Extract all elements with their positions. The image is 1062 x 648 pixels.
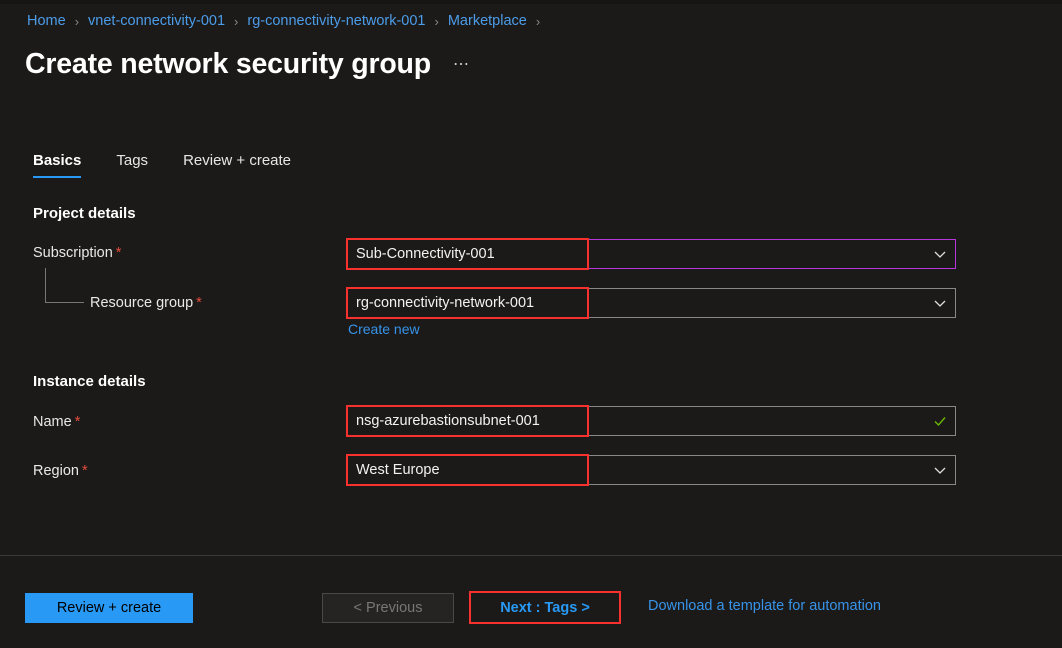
breadcrumb-item-home[interactable]: Home bbox=[27, 13, 66, 29]
wizard-tabs: Basics Tags Review + create bbox=[33, 152, 326, 178]
label-name: Name* bbox=[33, 414, 80, 430]
breadcrumb-item-vnet[interactable]: vnet-connectivity-001 bbox=[88, 13, 225, 29]
name-value: nsg-azurebastionsubnet-001 bbox=[356, 413, 933, 429]
name-input[interactable]: nsg-azurebastionsubnet-001 bbox=[346, 406, 956, 436]
required-indicator: * bbox=[75, 414, 81, 430]
label-region-text: Region bbox=[33, 463, 79, 479]
tree-connector-line bbox=[45, 268, 84, 303]
label-subscription-text: Subscription bbox=[33, 245, 113, 261]
breadcrumb-separator-icon: › bbox=[536, 14, 540, 29]
more-options-icon[interactable]: ⋯ bbox=[453, 54, 471, 74]
breadcrumb-separator-icon: › bbox=[75, 14, 79, 29]
next-tags-button[interactable]: Next : Tags > bbox=[471, 593, 619, 622]
create-new-link[interactable]: Create new bbox=[348, 321, 420, 337]
chevron-down-icon bbox=[933, 463, 947, 477]
subscription-dropdown[interactable]: Sub-Connectivity-001 bbox=[346, 239, 956, 269]
label-resource-group-text: Resource group bbox=[90, 295, 193, 311]
previous-button[interactable]: < Previous bbox=[322, 593, 454, 623]
required-indicator: * bbox=[196, 295, 202, 311]
breadcrumb-item-resource-group[interactable]: rg-connectivity-network-001 bbox=[247, 13, 425, 29]
page-header: Create network security group ⋯ bbox=[25, 47, 470, 81]
region-dropdown[interactable]: West Europe bbox=[346, 455, 956, 485]
label-region: Region* bbox=[33, 463, 88, 479]
region-value: West Europe bbox=[356, 462, 933, 478]
download-template-link[interactable]: Download a template for automation bbox=[648, 598, 881, 614]
window-top-strip bbox=[0, 0, 1062, 4]
check-icon bbox=[933, 414, 947, 428]
footer-divider bbox=[0, 555, 1062, 556]
tab-basics[interactable]: Basics bbox=[33, 152, 81, 178]
required-indicator: * bbox=[82, 463, 88, 479]
subscription-value: Sub-Connectivity-001 bbox=[356, 246, 933, 262]
review-create-button[interactable]: Review + create bbox=[25, 593, 193, 623]
chevron-down-icon bbox=[933, 296, 947, 310]
label-name-text: Name bbox=[33, 414, 72, 430]
section-title-project-details: Project details bbox=[33, 205, 136, 222]
tab-review-create[interactable]: Review + create bbox=[183, 152, 291, 178]
resource-group-value: rg-connectivity-network-001 bbox=[356, 295, 933, 311]
resource-group-dropdown[interactable]: rg-connectivity-network-001 bbox=[346, 288, 956, 318]
chevron-down-icon bbox=[933, 247, 947, 261]
breadcrumb-item-marketplace[interactable]: Marketplace bbox=[448, 13, 527, 29]
required-indicator: * bbox=[116, 245, 122, 261]
breadcrumb-separator-icon: › bbox=[234, 14, 238, 29]
label-subscription: Subscription* bbox=[33, 245, 121, 261]
breadcrumb-separator-icon: › bbox=[435, 14, 439, 29]
section-title-instance-details: Instance details bbox=[33, 373, 146, 390]
breadcrumb: Home › vnet-connectivity-001 › rg-connec… bbox=[27, 13, 549, 29]
page-title: Create network security group bbox=[25, 47, 431, 81]
tab-tags[interactable]: Tags bbox=[116, 152, 148, 178]
label-resource-group: Resource group* bbox=[90, 295, 202, 311]
